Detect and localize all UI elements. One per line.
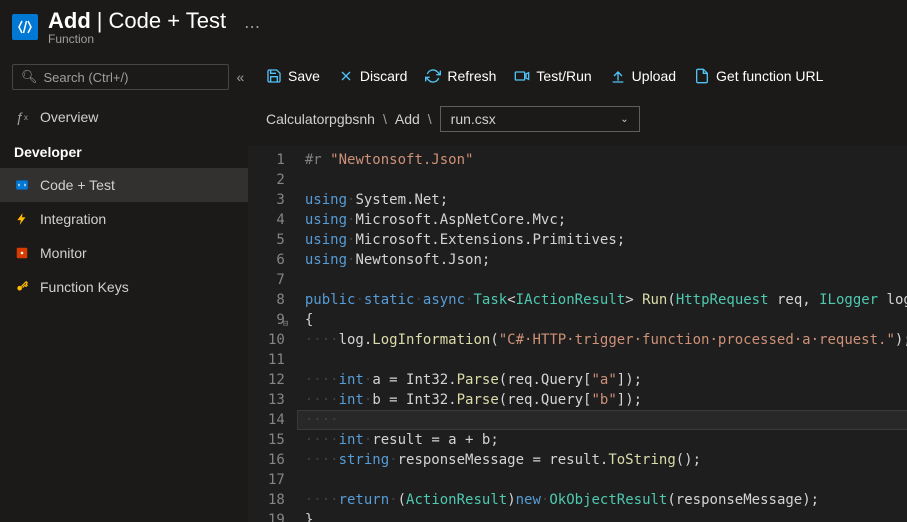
testrun-button[interactable]: Test/Run [514, 68, 591, 84]
chevron-down-icon: ⌄ [620, 114, 628, 125]
discard-button[interactable]: Discard [338, 68, 407, 84]
breadcrumb-separator: \ [383, 111, 387, 127]
function-small-icon: ƒx [14, 109, 30, 125]
sidebar: 🔍︎ « ƒx Overview Developer Code + Test [0, 54, 248, 522]
lightning-icon [14, 212, 30, 226]
nav-monitor[interactable]: Monitor [0, 236, 248, 270]
nav-code-test[interactable]: Code + Test [0, 168, 248, 202]
developer-section-label: Developer [0, 134, 248, 168]
file-selector-value: run.csx [451, 111, 496, 127]
code-icon [14, 178, 30, 192]
code-editor[interactable]: 12345678910111213141516171819 #r "Newton… [248, 146, 907, 522]
search-box[interactable]: 🔍︎ [12, 64, 229, 90]
nav-label: Monitor [40, 245, 87, 261]
nav-label: Function Keys [40, 279, 129, 295]
file-selector[interactable]: run.csx ⌄ [440, 106, 640, 132]
breadcrumb-folder[interactable]: Add [395, 111, 420, 127]
page-header: Add | Code + Test Function ⋯ [0, 0, 907, 54]
page-title: Add | Code + Test [48, 8, 226, 34]
toolbar: Save Discard Refresh Test/Run Upload [248, 54, 907, 98]
refresh-button[interactable]: Refresh [425, 68, 496, 84]
search-input[interactable] [44, 70, 220, 85]
link-icon [694, 68, 710, 84]
collapse-sidebar-button[interactable]: « [237, 69, 245, 85]
line-number-gutter: 12345678910111213141516171819 [248, 146, 297, 522]
save-icon [266, 68, 282, 84]
search-icon: 🔍︎ [21, 69, 38, 85]
breadcrumb-root[interactable]: Calculatorpgbsnh [266, 111, 375, 127]
nav-overview[interactable]: ƒx Overview [0, 100, 248, 134]
code-content[interactable]: #r "Newtonsoft.Json" using·System.Net;us… [297, 146, 907, 522]
breadcrumb: Calculatorpgbsnh \ Add \ run.csx ⌄ [248, 98, 907, 146]
discard-icon [338, 68, 354, 84]
testrun-icon [514, 68, 530, 84]
nav-integration[interactable]: Integration [0, 202, 248, 236]
refresh-icon [425, 68, 441, 84]
nav-label: Integration [40, 211, 106, 227]
function-icon [12, 14, 38, 40]
monitor-icon [14, 246, 30, 260]
breadcrumb-separator: \ [428, 111, 432, 127]
nav-label: Overview [40, 109, 98, 125]
save-button[interactable]: Save [266, 68, 320, 84]
key-icon [14, 280, 30, 294]
geturl-button[interactable]: Get function URL [694, 68, 823, 84]
nav-label: Code + Test [40, 177, 115, 193]
upload-icon [610, 68, 626, 84]
more-actions-button[interactable]: ⋯ [244, 17, 261, 37]
upload-button[interactable]: Upload [610, 68, 676, 84]
nav-function-keys[interactable]: Function Keys [0, 270, 248, 304]
page-subtitle: Function [48, 32, 226, 46]
